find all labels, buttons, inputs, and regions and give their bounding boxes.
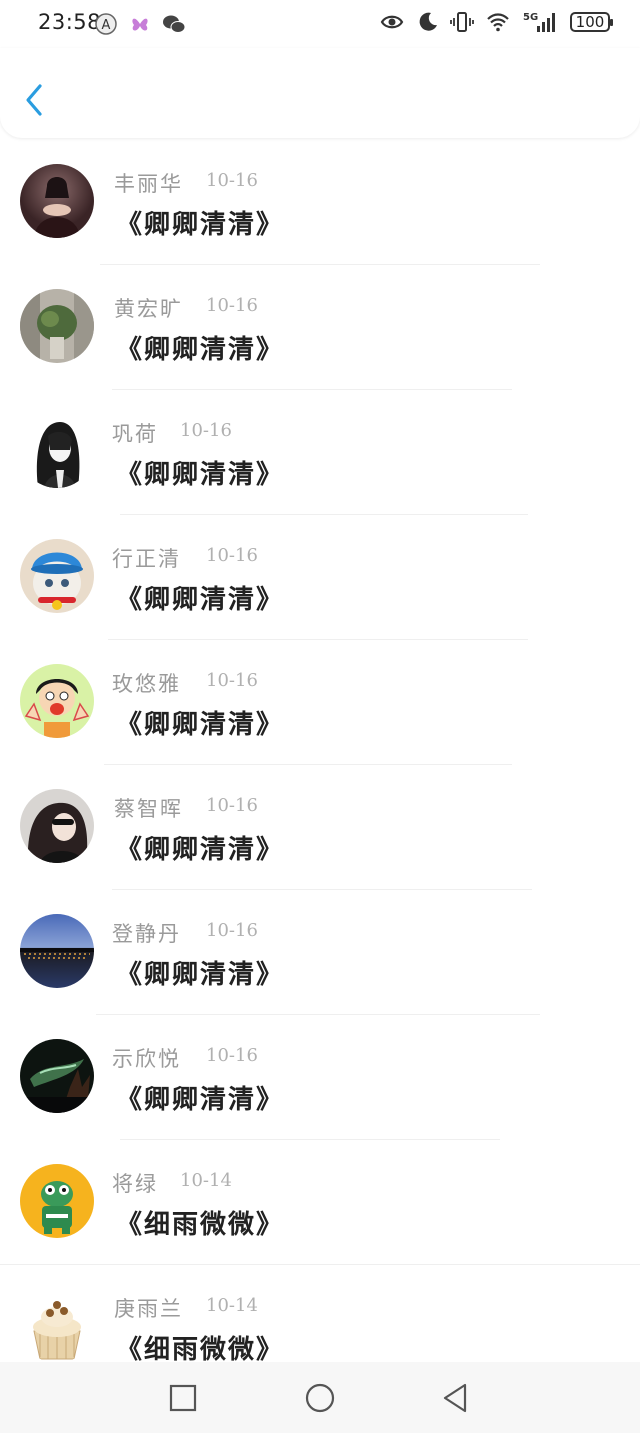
article-title[interactable]: 《卿卿清清》 — [116, 204, 284, 241]
article-list: 丰丽华 10-16 《卿卿清清》 黄宏旷 10-16 《卿卿清清》 巩荷 10-… — [0, 140, 640, 1362]
avatar — [20, 789, 94, 863]
avatar — [20, 1164, 94, 1238]
publish-date: 10-16 — [180, 420, 232, 441]
svg-text:A: A — [102, 18, 111, 33]
author-name: 将绿 — [112, 1172, 158, 1196]
author-name: 登静丹 — [112, 922, 181, 946]
article-title[interactable]: 《卿卿清清》 — [116, 1079, 284, 1116]
list-item[interactable]: 将绿 10-14 《细雨微微》 — [0, 1140, 640, 1265]
list-item[interactable]: 玫悠雅 10-16 《卿卿清清》 — [0, 640, 640, 765]
list-item[interactable]: 黄宏旷 10-16 《卿卿清清》 — [0, 265, 640, 390]
author-name: 示欣悦 — [112, 1047, 181, 1071]
avatar — [20, 914, 94, 988]
vibrate-icon — [450, 12, 474, 32]
publish-date: 10-14 — [180, 1170, 232, 1191]
avatar — [20, 539, 94, 613]
article-title[interactable]: 《卿卿清清》 — [116, 329, 284, 366]
article-title[interactable]: 《卿卿清清》 — [116, 454, 284, 491]
publish-date: 10-16 — [206, 920, 258, 941]
list-item[interactable]: 巩荷 10-16 《卿卿清清》 — [0, 390, 640, 515]
list-item[interactable]: 行正清 10-16 《卿卿清清》 — [0, 515, 640, 640]
avatar — [20, 1039, 94, 1113]
list-item[interactable]: 登静丹 10-16 《卿卿清清》 — [0, 890, 640, 1015]
publish-date: 10-16 — [206, 295, 258, 316]
svg-text:5G: 5G — [523, 12, 538, 23]
publish-date: 10-16 — [206, 170, 258, 191]
article-title[interactable]: 《细雨微微》 — [116, 1204, 284, 1241]
author-name: 庚雨兰 — [114, 1297, 183, 1321]
battery-indicator: 100 — [570, 12, 613, 32]
list-item[interactable]: 蔡智晖 10-16 《卿卿清清》 — [0, 765, 640, 890]
author-name: 玫悠雅 — [112, 672, 181, 696]
eye-icon — [380, 15, 404, 29]
list-item[interactable]: 丰丽华 10-16 《卿卿清清》 — [0, 140, 640, 265]
avatar — [20, 164, 94, 238]
publish-date: 10-16 — [206, 795, 258, 816]
app-a-icon: A — [95, 13, 117, 35]
author-name: 蔡智晖 — [114, 797, 183, 821]
publish-date: 10-14 — [206, 1295, 258, 1316]
signal-5g-icon: 5G — [523, 12, 555, 32]
top-navigation — [0, 48, 640, 138]
article-title[interactable]: 《卿卿清清》 — [116, 829, 284, 866]
back-arrow-icon[interactable] — [18, 80, 50, 120]
avatar — [20, 414, 94, 488]
status-bar: 23:58 A 5G 100 — [0, 0, 640, 48]
home-icon[interactable] — [304, 1382, 336, 1414]
wechat-icon — [163, 15, 186, 33]
recent-apps-icon[interactable] — [167, 1382, 199, 1414]
publish-date: 10-16 — [206, 670, 258, 691]
publish-date: 10-16 — [206, 545, 258, 566]
back-triangle-icon[interactable] — [440, 1382, 472, 1414]
system-navigation-bar — [0, 1362, 640, 1433]
avatar — [20, 289, 94, 363]
status-time: 23:58 — [38, 10, 102, 34]
list-item[interactable]: 庚雨兰 10-14 《细雨微微》 — [0, 1265, 640, 1362]
avatar — [20, 1289, 94, 1362]
article-title[interactable]: 《卿卿清清》 — [116, 954, 284, 991]
butterfly-icon — [132, 18, 148, 31]
author-name: 巩荷 — [112, 422, 158, 446]
author-name: 黄宏旷 — [114, 297, 183, 321]
article-title[interactable]: 《卿卿清清》 — [116, 579, 284, 616]
moon-icon — [419, 12, 437, 31]
avatar — [20, 664, 94, 738]
article-title[interactable]: 《细雨微微》 — [116, 1329, 284, 1362]
wifi-icon — [487, 13, 509, 32]
article-title[interactable]: 《卿卿清清》 — [116, 704, 284, 741]
list-item[interactable]: 示欣悦 10-16 《卿卿清清》 — [0, 1015, 640, 1140]
publish-date: 10-16 — [206, 1045, 258, 1066]
author-name: 行正清 — [112, 547, 181, 571]
author-name: 丰丽华 — [114, 172, 183, 196]
